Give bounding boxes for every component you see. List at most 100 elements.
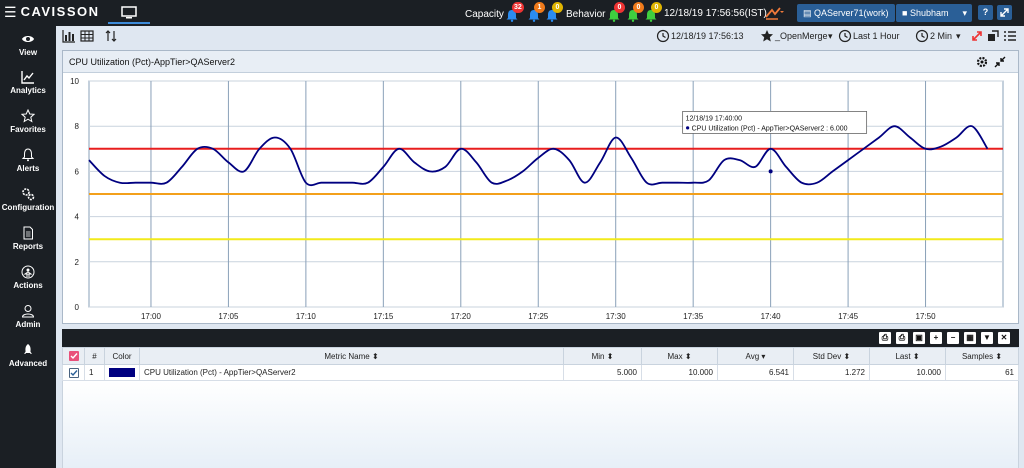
monitor-tab[interactable]	[108, 2, 150, 24]
chart-panel: CPU Utilization (Pct)-AppTier>QAServer2 …	[62, 50, 1019, 324]
col-std-dev[interactable]: Std Dev ⬍	[793, 347, 870, 365]
y-tick-label: 10	[70, 77, 79, 86]
chart-panel-header: CPU Utilization (Pct)-AppTier>QAServer2	[63, 51, 1018, 73]
gears-icon	[22, 188, 35, 201]
columns-button[interactable]: ▦	[964, 332, 976, 344]
x-tick-label: 17:50	[916, 312, 937, 321]
user-icon: ■	[902, 8, 910, 18]
col-samples-label: Samples	[961, 351, 994, 361]
sort-icon: ⬍	[684, 351, 692, 361]
capacity-label: Capacity	[465, 9, 504, 20]
sidebar-item-advanced[interactable]: Advanced	[0, 339, 56, 377]
tooltip-marker	[686, 126, 690, 130]
y-tick-label: 4	[75, 213, 80, 222]
row-samples: 61	[945, 364, 1019, 381]
favorite-star-icon[interactable]	[760, 29, 774, 43]
export-pdf-button[interactable]: ⎙	[879, 332, 891, 344]
collapse-icon[interactable]	[986, 29, 1000, 43]
y-tick-label: 0	[75, 303, 80, 312]
sidebar-item-admin[interactable]: Admin	[0, 300, 56, 338]
row-index: 1	[84, 364, 105, 381]
x-tick-label: 17:10	[296, 312, 317, 321]
behavior-minor-badge: 0	[651, 2, 662, 13]
color-swatch[interactable]	[109, 368, 135, 378]
eye-icon	[22, 36, 34, 42]
user-menu[interactable]: ■ Shubham ▾	[896, 4, 972, 22]
favorite-selector[interactable]: _OpenMerge	[775, 30, 828, 42]
server-name: QAServer71(work)	[814, 8, 889, 18]
sidebar-item-label: Advanced	[8, 359, 48, 368]
save-button[interactable]: ▣	[913, 332, 925, 344]
document-icon	[23, 226, 33, 240]
chevron-down-icon[interactable]: ▾	[956, 30, 961, 42]
close-button[interactable]: ✕	[998, 332, 1010, 344]
interval-selector[interactable]: 2 Min	[930, 30, 952, 42]
duration-selector[interactable]: Last 1 Hour	[853, 30, 900, 42]
collapse-arrows-icon[interactable]	[994, 56, 1006, 68]
sidebar-item-alerts[interactable]: Alerts	[0, 144, 56, 182]
user-name: Shubham	[909, 8, 949, 18]
sidebar-item-configuration[interactable]: Configuration	[0, 183, 56, 221]
table-header-row: # Color Metric Name ⬍ Min ⬍ Max ⬍ Avg ▾ …	[62, 347, 1019, 365]
chevron-down-icon: ▾	[962, 8, 967, 18]
chevron-down-icon[interactable]: ▾	[828, 30, 833, 42]
hamburger-menu-icon[interactable]: ☰	[4, 4, 17, 20]
col-min[interactable]: Min ⬍	[563, 347, 642, 365]
export-excel-button[interactable]: ⎙	[896, 332, 908, 344]
help-button[interactable]: ?	[978, 5, 993, 20]
col-last-label: Last	[895, 351, 911, 361]
table-row[interactable]: 1 CPU Utilization (Pct) - AppTier>QAServ…	[62, 364, 1019, 381]
sort-arrows-icon[interactable]	[104, 29, 118, 43]
list-icon[interactable]	[1003, 29, 1017, 43]
add-row-button[interactable]: +	[930, 332, 942, 344]
check-icon	[70, 353, 78, 360]
col-last[interactable]: Last ⬍	[869, 347, 946, 365]
row-select-cell[interactable]	[62, 364, 85, 381]
capacity-minor-badge: 0	[552, 2, 563, 13]
chart-line-icon	[21, 71, 34, 84]
remove-row-button[interactable]: −	[947, 332, 959, 344]
sort-icon: ⬍	[606, 351, 614, 361]
tooltip-value: CPU Utilization (Pct) - AppTier>QAServer…	[692, 125, 848, 132]
select-all-cell[interactable]	[62, 347, 85, 365]
col-max[interactable]: Max ⬍	[641, 347, 718, 365]
col-metric-name-label: Metric Name	[324, 351, 370, 361]
duration-clock-icon	[838, 29, 852, 43]
sidebar-item-analytics[interactable]: Analytics	[0, 66, 56, 104]
col-metric-name[interactable]: Metric Name ⬍	[139, 347, 564, 365]
server-selector[interactable]: ▤ QAServer71(work)	[797, 4, 895, 22]
capacity-critical-badge: 32	[512, 2, 524, 13]
row-metric-name: CPU Utilization (Pct) - AppTier>QAServer…	[139, 364, 564, 381]
filter-button[interactable]: ▼	[981, 332, 993, 344]
col-avg[interactable]: Avg ▾	[717, 347, 794, 365]
row-color[interactable]	[104, 364, 140, 381]
row-std-dev: 1.272	[793, 364, 870, 381]
x-tick-label: 17:00	[141, 312, 162, 321]
capacity-major-badge: 1	[534, 2, 545, 13]
select-all-checkbox[interactable]	[68, 351, 79, 361]
sidebar-item-favorites[interactable]: Favorites	[0, 105, 56, 143]
sidebar-item-label: Reports	[12, 242, 44, 251]
expand-icon	[1000, 8, 1009, 17]
person-circle-icon	[21, 265, 35, 279]
sidebar-item-actions[interactable]: Actions	[0, 261, 56, 299]
sidebar-item-view[interactable]: View	[0, 28, 56, 66]
sidebar-item-label: View	[18, 48, 38, 57]
pin-red-icon[interactable]	[970, 29, 984, 43]
cpu-line-chart[interactable]: 0 2 4 6 8 10 17:00 17:05 17:10 17:15 17:20 17:25 17:…	[63, 73, 1018, 323]
server-timestamp: 12/18/19 17:56:56(IST)	[664, 8, 767, 19]
sidebar-item-label: Actions	[13, 281, 43, 290]
rocket-icon	[24, 344, 32, 354]
table-grid-icon[interactable]	[80, 29, 94, 43]
behavior-major-badge: 0	[633, 2, 644, 13]
check-icon	[70, 369, 78, 376]
gear-icon[interactable]	[976, 56, 988, 68]
sidebar-item-reports[interactable]: Reports	[0, 222, 56, 260]
transfer-icon[interactable]	[764, 6, 784, 20]
expand-button[interactable]	[997, 5, 1012, 20]
col-samples[interactable]: Samples ⬍	[945, 347, 1019, 365]
bar-chart-icon[interactable]	[62, 29, 76, 43]
user-icon	[21, 305, 35, 318]
table-toolbar: ⎙ ⎙ ▣ + − ▦ ▼ ✕	[62, 329, 1019, 347]
row-checkbox[interactable]	[68, 367, 79, 378]
